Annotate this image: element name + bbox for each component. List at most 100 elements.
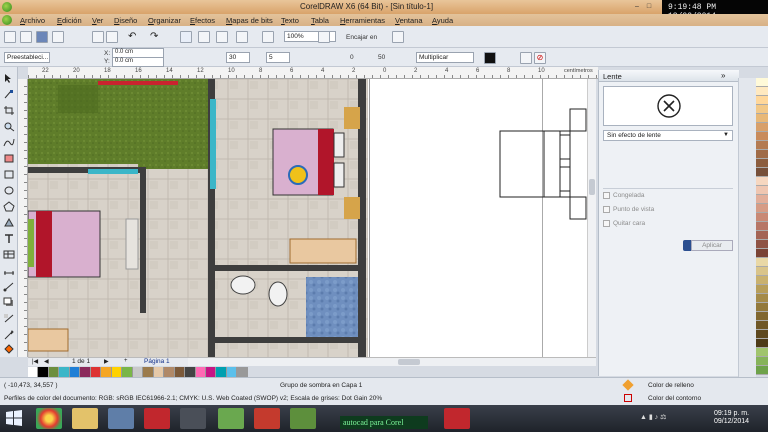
color-swatch[interactable] <box>756 339 768 348</box>
new-document-button[interactable] <box>4 31 16 43</box>
color-swatch[interactable] <box>185 367 196 377</box>
export-pdf-button[interactable] <box>216 31 228 43</box>
color-swatch[interactable] <box>28 367 39 377</box>
copy-button[interactable] <box>106 31 118 43</box>
color-swatch[interactable] <box>756 276 768 285</box>
clear-shadow-button[interactable]: ⊘ <box>534 52 546 64</box>
docker-expand-icon[interactable]: » <box>721 71 725 80</box>
menu-mapas-de-bits[interactable]: Mapas de bits <box>226 16 273 25</box>
docker-tabs-strip[interactable] <box>738 78 756 378</box>
chrome-taskbar-icon[interactable] <box>36 408 62 429</box>
color-swatch[interactable] <box>237 367 248 377</box>
color-swatch[interactable] <box>90 367 102 377</box>
vertical-ruler[interactable] <box>18 79 28 357</box>
color-swatch[interactable] <box>756 114 768 123</box>
autocad-taskbar-icon[interactable] <box>144 408 170 429</box>
coreldraw-taskbar-icon[interactable] <box>218 408 244 429</box>
color-swatch[interactable] <box>756 267 768 276</box>
redo-button[interactable]: ↷ <box>150 31 162 43</box>
zoom-tool-icon[interactable] <box>3 121 15 132</box>
cut-button[interactable] <box>92 31 104 43</box>
color-swatch[interactable] <box>756 204 768 213</box>
taskbar-clock[interactable]: 09:19 p. m. 09/12/2014 <box>714 410 749 426</box>
shadow-feather-field[interactable]: 30 <box>226 52 250 63</box>
next-page-button[interactable]: ▶ <box>104 358 109 365</box>
preset-dropdown[interactable]: Preestableci... <box>4 52 50 63</box>
tab-pagina-1[interactable]: Página 1 <box>144 358 170 365</box>
shadow-offset-y-field[interactable]: 0.0 cm <box>112 57 164 67</box>
color-profiles-info[interactable]: Perfiles de color del documento: RGB: sR… <box>4 395 382 402</box>
color-swatch[interactable] <box>756 366 768 375</box>
windows-start-icon[interactable] <box>6 410 22 426</box>
shadow-opacity-field[interactable]: 5 <box>266 52 290 63</box>
color-swatch[interactable] <box>59 367 70 377</box>
color-swatch[interactable] <box>101 367 112 377</box>
menu-efectos[interactable]: Efectos <box>190 16 215 25</box>
color-swatch[interactable] <box>38 367 49 377</box>
file-explorer-taskbar-icon[interactable] <box>72 408 98 429</box>
viewpoint-checkbox[interactable]: Punto de vista <box>603 206 654 213</box>
color-swatch[interactable] <box>756 87 768 96</box>
import-button[interactable] <box>180 31 192 43</box>
menu-ayuda[interactable]: Ayuda <box>432 16 453 25</box>
outline-color-label[interactable]: Color del contorno <box>648 395 701 402</box>
color-swatch[interactable] <box>756 357 768 366</box>
vertical-scroll-thumb[interactable] <box>589 179 595 195</box>
color-swatch[interactable] <box>111 367 123 377</box>
color-swatch[interactable] <box>226 367 238 377</box>
rectangle-tool-icon[interactable] <box>3 169 15 180</box>
color-swatch[interactable] <box>756 78 768 87</box>
color-swatch[interactable] <box>153 367 165 377</box>
ellipse-tool-icon[interactable] <box>3 185 15 196</box>
transparency-tool-icon[interactable] <box>3 313 15 324</box>
color-swatch[interactable] <box>756 330 768 339</box>
print-button[interactable] <box>52 31 64 43</box>
minecraft-taskbar-icon[interactable] <box>290 408 316 429</box>
polygon-tool-icon[interactable] <box>3 201 15 212</box>
fade-end-value[interactable]: 50 <box>378 54 385 61</box>
add-page-button[interactable]: + <box>124 358 128 364</box>
menu-archivo[interactable]: Archivo <box>20 16 45 25</box>
document-palette[interactable] <box>28 367 248 377</box>
crop-tool-icon[interactable] <box>3 105 15 116</box>
drop-shadow-tool-icon[interactable] <box>3 297 15 308</box>
lens-effect-dropdown[interactable]: Sin efecto de lente ▼ <box>603 130 733 141</box>
fade-start-value[interactable]: 0 <box>350 54 354 61</box>
copy-shadow-button[interactable] <box>520 52 532 64</box>
horizontal-ruler[interactable]: 22 20 18 16 14 12 10 8 6 4 2 0 2 4 6 8 1… <box>28 67 598 79</box>
color-swatch[interactable] <box>48 367 60 377</box>
color-swatch[interactable] <box>143 367 154 377</box>
basic-shapes-tool-icon[interactable] <box>3 217 15 228</box>
color-swatch[interactable] <box>132 367 144 377</box>
color-swatch[interactable] <box>174 367 186 377</box>
color-swatch[interactable] <box>756 150 768 159</box>
horizontal-scrollbar[interactable] <box>188 357 596 366</box>
connector-tool-icon[interactable] <box>3 281 15 292</box>
menu-texto[interactable]: Texto <box>281 16 299 25</box>
color-swatch[interactable] <box>756 105 768 114</box>
color-swatch[interactable] <box>756 132 768 141</box>
color-swatch[interactable] <box>756 159 768 168</box>
pen-tool-taskbar-icon[interactable] <box>180 408 206 429</box>
color-swatch[interactable] <box>756 294 768 303</box>
options-button[interactable] <box>392 31 404 43</box>
app-taskbar-icon[interactable] <box>254 408 280 429</box>
color-swatch[interactable] <box>80 367 91 377</box>
shadow-color-button[interactable] <box>484 52 496 64</box>
color-swatch[interactable] <box>195 367 206 377</box>
prev-page-button[interactable]: ◀ <box>44 358 49 365</box>
color-swatch[interactable] <box>756 123 768 132</box>
frozen-checkbox[interactable]: Congelada <box>603 192 644 199</box>
freehand-tool-icon[interactable] <box>3 137 15 148</box>
pick-tool-icon[interactable] <box>3 73 15 84</box>
color-swatch[interactable] <box>756 240 768 249</box>
color-swatch[interactable] <box>756 96 768 105</box>
document-taskbar-icon[interactable] <box>108 408 134 429</box>
menu-organizar[interactable]: Organizar <box>148 16 181 25</box>
menu-ver[interactable]: Ver <box>92 16 103 25</box>
maximize-button[interactable]: □ <box>644 2 654 12</box>
fill-color-label[interactable]: Color de relleno <box>648 382 694 389</box>
color-swatch[interactable] <box>756 222 768 231</box>
color-swatch[interactable] <box>756 249 768 258</box>
color-swatch[interactable] <box>756 141 768 150</box>
